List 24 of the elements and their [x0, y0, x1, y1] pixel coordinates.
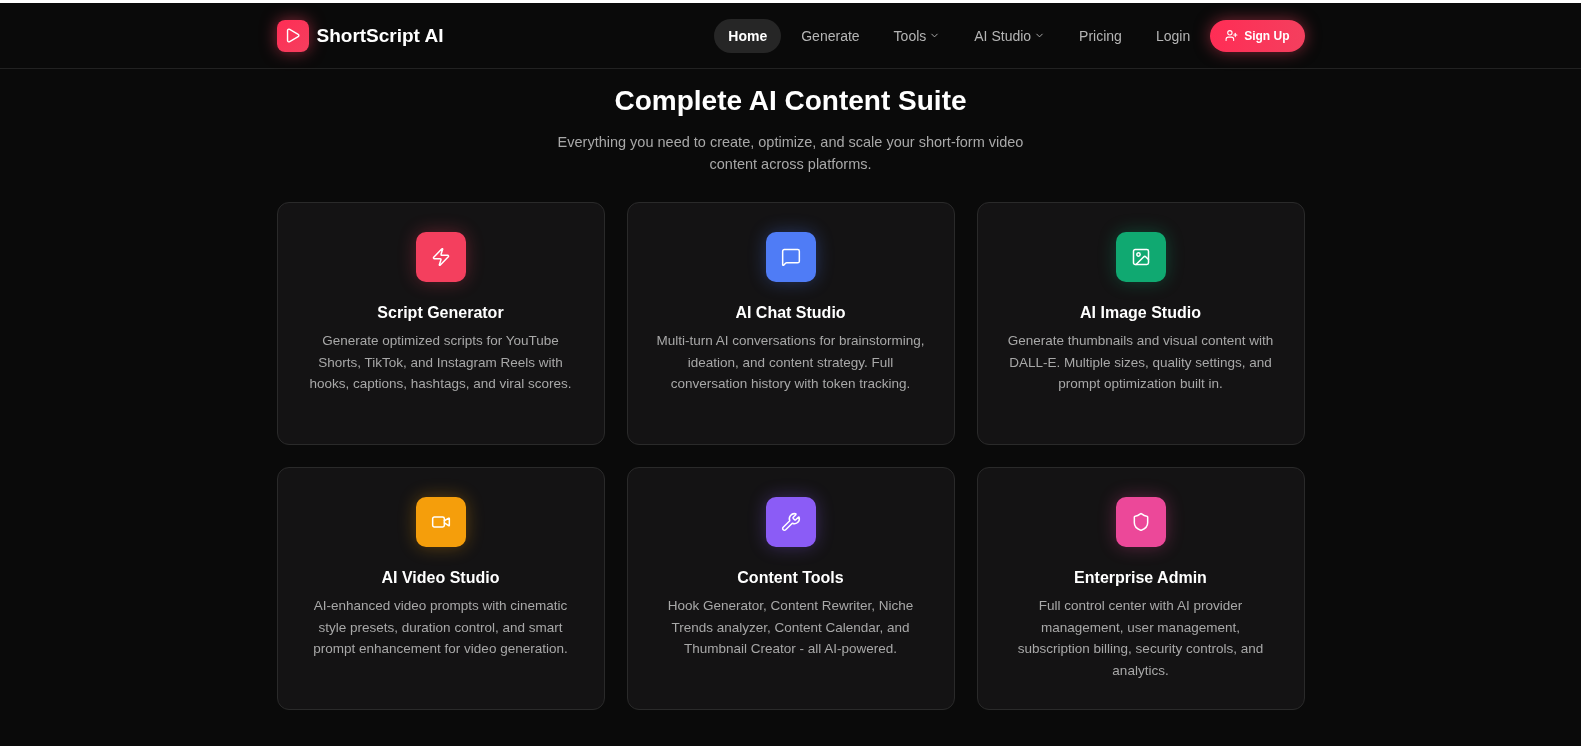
- brand-name[interactable]: ShortScript AI: [316, 24, 444, 47]
- feature-description: AI-enhanced video prompts with cinematic style presets, duration control, and smart prompt enhancement for video generation.: [312, 597, 569, 658]
- user-plus-icon: [1225, 29, 1239, 42]
- feature-description: Hook Generator, Content Rewriter, Niche Trends analyzer, Content Calendar, and Thumbnail Creator - all AI-powered.: [666, 597, 915, 658]
- feature-title: Enterprise Admin: [1074, 569, 1207, 587]
- logo-icon[interactable]: [276, 19, 309, 52]
- feature-title: Script Generator: [377, 304, 504, 322]
- feature-description: Generate optimized scripts for YouTube Shorts, TikTok, and Instagram Reels with hooks, captions, hashtags, and viral scores.: [308, 332, 573, 393]
- feature-title: AI Video Studio: [381, 569, 500, 587]
- section-title: Complete AI Content Suite: [614, 85, 967, 117]
- feature-title: AI Image Studio: [1080, 304, 1201, 322]
- feature-title: Content Tools: [737, 569, 844, 587]
- feature-description: Full control center with AI provider management, user management, subscription billing, security controls, and analytics.: [1016, 597, 1265, 680]
- sign-up-button[interactable]: Sign Up: [1210, 19, 1305, 52]
- feature-description: Multi-turn AI conversations for brainstorming, ideation, and content strategy. Full conversation history with token tracking.: [655, 332, 926, 393]
- nav-dropdown[interactable]: Tools: [879, 18, 955, 53]
- nav-link[interactable]: Home: [714, 18, 782, 53]
- nav-link[interactable]: Login: [1141, 18, 1205, 53]
- feature-title: AI Chat Studio: [735, 304, 846, 322]
- section-subtitle: Everything you need to create, optimize, and scale your short-form video content across platforms.: [556, 133, 1025, 174]
- feature-description: Generate thumbnails and visual content with DALL-E. Multiple sizes, quality settings, and prompt optimization built in.: [1006, 332, 1275, 393]
- nav-link[interactable]: Pricing: [1065, 18, 1136, 53]
- nav-link[interactable]: Generate: [787, 18, 874, 53]
- nav-dropdown[interactable]: AI Studio: [960, 18, 1060, 53]
